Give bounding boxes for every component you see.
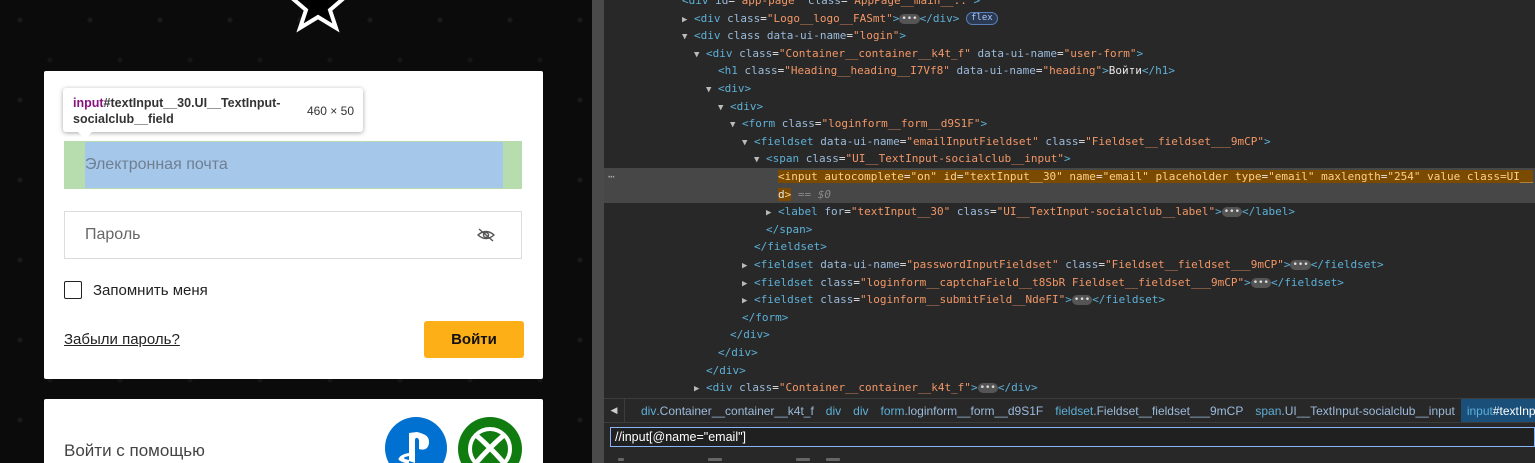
dom-node[interactable]: ▶ <fieldset class="loginform__captchaFiel… (604, 274, 1535, 292)
password-placeholder: Пароль (85, 226, 141, 243)
dom-node[interactable]: ▶ <fieldset class="loginform__submitField… (604, 291, 1535, 309)
remember-me[interactable]: Запомнить меня (64, 281, 208, 299)
dom-node[interactable]: ▶ <fieldset data-ui-name="passwordInputFi… (604, 256, 1535, 274)
dom-node-selected[interactable]: <input autocomplete="on" id="textInput__… (604, 168, 1535, 186)
dom-node[interactable]: </div> (604, 326, 1535, 344)
xbox-icon (468, 427, 512, 463)
dom-tree: <div id="app-page" class="AppPage__main_… (604, 0, 1535, 398)
email-field[interactable]: Электронная почта (64, 141, 522, 189)
dom-node[interactable]: <div id="app-page" class="AppPage__main_… (604, 0, 1535, 10)
dom-node[interactable]: ▶ <div class="Container__container__k4t_f… (604, 379, 1535, 397)
dom-node[interactable]: ▼ <div class="Container__container__k4t_f… (604, 45, 1535, 63)
dom-node[interactable]: ▶ <div class="Logo__logo__FASmt"> ••• </div… (604, 10, 1535, 28)
page-viewport: Электронная почта Пароль Запомнить меня … (0, 0, 592, 463)
breadcrumb: ◀ div .Container__container__k4t_f div div f… (604, 398, 1535, 423)
dom-node[interactable]: </div> (604, 362, 1535, 380)
breadcrumb-item[interactable]: fieldset .Fieldset__fieldset___9mCP (1049, 399, 1249, 422)
dom-node[interactable]: ▼ <div> (604, 80, 1535, 98)
panel-divider[interactable] (592, 0, 604, 463)
devtools-panel: <div id="app-page" class="AppPage__main_… (604, 0, 1535, 463)
eye-slash-icon[interactable] (477, 227, 495, 243)
playstation-login-button[interactable] (385, 417, 447, 463)
tooltip-arrow (78, 132, 92, 139)
breadcrumb-item[interactable]: div .Container__container__k4t_f (635, 399, 820, 422)
breadcrumb-item[interactable]: span .UI__TextInput-socialclub__input (1249, 399, 1460, 422)
tooltip-selector-text: #textInput__30.UI__TextInput-socialclub_… (73, 96, 281, 126)
dom-node[interactable]: <h1 class="Heading__heading__I7Vf8" data… (604, 62, 1535, 80)
tooltip-tag: input (73, 96, 104, 110)
tooltip-selector: input#textInput__30.UI__TextInput-social… (73, 95, 303, 127)
dom-node[interactable]: ▼ <div> (604, 98, 1535, 116)
email-placeholder: Электронная почта (85, 156, 228, 173)
xbox-login-button[interactable] (458, 417, 522, 463)
dom-node[interactable]: ▶ <label for="textInput__30" class="UI__T… (604, 203, 1535, 221)
remember-label: Запомнить меня (93, 281, 208, 299)
bottom-toolbar (604, 450, 1535, 463)
inspector-tooltip: input#textInput__30.UI__TextInput-social… (63, 88, 363, 132)
playstation-icon (398, 432, 429, 463)
rockstar-logo (291, 0, 345, 33)
dom-node[interactable]: </div> (604, 344, 1535, 362)
breadcrumb-item[interactable]: form .loginform__form__d9S1F (874, 399, 1049, 422)
dom-node[interactable]: ▼ <span class="UI__TextInput-socialclub__… (604, 150, 1535, 168)
node-actions-icon[interactable]: ⋯ (608, 168, 615, 186)
dom-node[interactable]: ▼ <fieldset data-ui-name="emailInputField… (604, 133, 1535, 151)
remember-checkbox[interactable] (64, 281, 82, 299)
password-field[interactable]: Пароль (64, 211, 522, 259)
login-with-label: Войти с помощью (64, 441, 205, 460)
breadcrumb-item[interactable]: div (820, 399, 847, 422)
breadcrumb-scroll-left-icon[interactable]: ◀ (604, 399, 625, 422)
login-button[interactable]: Войти (424, 321, 524, 358)
dom-node[interactable]: ▼ <div class data-ui-name="login"> (604, 27, 1535, 45)
breadcrumb-item[interactable]: input#textInput__30 (1460, 399, 1535, 422)
dom-node[interactable]: </form> (604, 309, 1535, 327)
dom-node[interactable]: </fieldset> (604, 238, 1535, 256)
dom-node[interactable]: ▼ <form class="loginform__form__d9S1F"> (604, 115, 1535, 133)
tooltip-size: 460 × 50 (306, 104, 354, 118)
social-login-card: Войти с помощью (44, 399, 543, 463)
forgot-password-link[interactable]: Забыли пароль? (64, 331, 180, 348)
dom-node-selected[interactable]: d> == $0 (604, 185, 1535, 204)
breadcrumb-item[interactable]: div (847, 399, 874, 422)
dom-node[interactable]: </span> (604, 221, 1535, 239)
search-input[interactable]: //input[@name="email"] (610, 427, 1535, 447)
